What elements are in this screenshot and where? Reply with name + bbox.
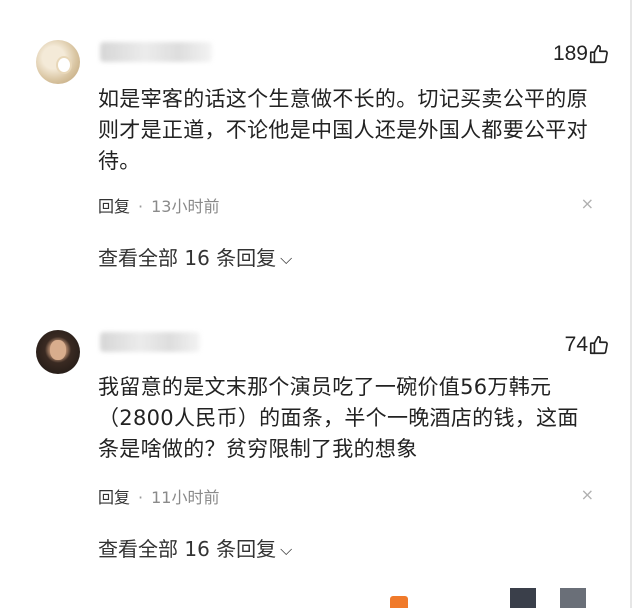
- avatar[interactable]: [36, 40, 80, 84]
- view-replies-label: 查看全部 16 条回复: [98, 537, 277, 561]
- reply-button[interactable]: 回复: [98, 197, 130, 216]
- comment-meta: 回复 · 11小时前: [98, 484, 219, 508]
- close-icon[interactable]: ×: [581, 194, 594, 213]
- reply-button[interactable]: 回复: [98, 488, 130, 507]
- view-replies-link[interactable]: 查看全部 16 条回复 ⌵: [98, 242, 292, 271]
- partial-image: [510, 588, 536, 608]
- username-blurred[interactable]: [100, 42, 212, 62]
- comment-text: 我留意的是文末那个演员吃了一碗价值56万韩元（2800人民币）的面条，半个一晚酒…: [98, 375, 579, 461]
- partial-image: [390, 596, 408, 608]
- thumbs-up-icon[interactable]: [588, 334, 610, 356]
- chevron-down-icon: ⌵: [280, 249, 293, 268]
- comment-meta: 回复 · 13小时前: [98, 193, 219, 217]
- view-replies-link[interactable]: 查看全部 16 条回复 ⌵: [98, 533, 292, 562]
- close-icon[interactable]: ×: [581, 485, 594, 504]
- avatar[interactable]: [36, 330, 80, 374]
- separator: ·: [138, 488, 144, 507]
- chevron-down-icon: ⌵: [280, 540, 293, 559]
- timestamp: 11小时前: [151, 488, 220, 507]
- like-count: 189: [552, 42, 588, 65]
- thumbs-up-icon[interactable]: [588, 43, 610, 65]
- like-count: 74: [564, 333, 588, 356]
- comment-text: 如是宰客的话这个生意做不长的。切记买卖公平的原则才是正道，不论他是中国人还是外国…: [98, 87, 588, 173]
- username-blurred[interactable]: [100, 332, 200, 352]
- separator: ·: [138, 197, 144, 216]
- view-replies-label: 查看全部 16 条回复: [98, 246, 277, 270]
- timestamp: 13小时前: [151, 197, 220, 216]
- partial-image: [560, 588, 586, 608]
